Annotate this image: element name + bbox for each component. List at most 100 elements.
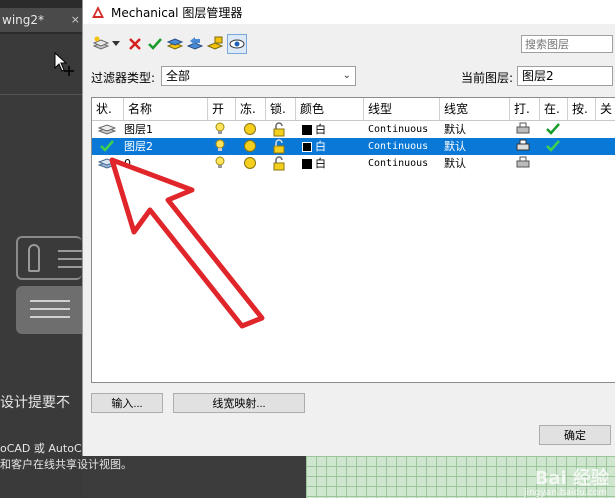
col-lock[interactable]: 锁.: [266, 98, 296, 120]
layer-states-icon: [166, 38, 184, 50]
current-layer-field[interactable]: 图层2: [517, 66, 613, 86]
layer-linetype[interactable]: Continuous: [364, 121, 440, 138]
table-row[interactable]: 图层2 白 Continuous 默认: [92, 138, 615, 155]
account-card[interactable]: [16, 236, 84, 280]
layer-color-label: 白: [315, 123, 326, 136]
document-tab[interactable]: wing2* ×: [0, 8, 82, 32]
col-status[interactable]: 状.: [92, 98, 124, 120]
card-line: [58, 250, 84, 252]
lineweight-map-button[interactable]: 线宽映射...: [173, 393, 305, 413]
card-line: [58, 258, 84, 260]
check-icon[interactable]: [546, 122, 560, 136]
new-layer-button[interactable]: [91, 34, 111, 54]
layer-color[interactable]: 白: [298, 121, 364, 138]
current-layer-label: 当前图层:: [461, 71, 514, 85]
card-line: [30, 316, 70, 318]
unlock-icon[interactable]: [272, 139, 286, 154]
layer-linetype[interactable]: Continuous: [364, 155, 440, 172]
col-linetype[interactable]: 线型: [364, 98, 440, 120]
card-line: [58, 266, 84, 268]
panel-divider: [0, 94, 82, 95]
color-swatch: [302, 159, 312, 169]
unlock-icon[interactable]: [272, 122, 286, 137]
color-swatch: [302, 125, 312, 135]
printer-icon[interactable]: [516, 139, 530, 153]
layer-name[interactable]: 图层2: [120, 138, 208, 155]
current-layer-check-icon: [100, 140, 114, 152]
ok-button[interactable]: 确定: [539, 425, 611, 445]
new-layer-icon: [92, 36, 110, 50]
sun-icon[interactable]: [243, 156, 257, 170]
color-swatch: [302, 142, 312, 152]
share-text: 和客户在线共享设计视图。: [0, 458, 132, 471]
layer-icon: [98, 158, 116, 169]
col-name[interactable]: 名称: [124, 98, 208, 120]
col-color[interactable]: 颜色: [296, 98, 364, 120]
table-row[interactable]: 0 白 Continuous 默认: [92, 155, 615, 172]
layer-lineweight[interactable]: 默认: [440, 138, 510, 155]
col-plot[interactable]: 打.: [510, 98, 540, 120]
baidu-watermark-url: jingyan.baidu.com: [523, 488, 607, 498]
filter-type-value: 全部: [166, 69, 191, 83]
document-card[interactable]: [16, 286, 82, 334]
import-button[interactable]: 输入...: [91, 393, 163, 413]
col-freeze[interactable]: 冻.: [236, 98, 266, 120]
col-lineweight[interactable]: 线宽: [440, 98, 510, 120]
dialog-title: Mechanical 图层管理器: [111, 6, 243, 20]
layer-icon: [98, 124, 116, 135]
chevron-down-icon: ⌄: [342, 70, 351, 81]
autocad-logo-icon: [92, 6, 104, 18]
delete-icon: [129, 38, 141, 50]
layer-lock-button[interactable]: [205, 34, 225, 54]
new-layer-dropdown[interactable]: [111, 34, 121, 54]
sun-icon[interactable]: [243, 122, 257, 136]
mouse-cursor-icon: [54, 52, 74, 76]
layer-manager-dialog: Mechanical 图层管理器 搜索图层 过滤器类型: 全部 ⌄ 当前图层: …: [82, 0, 615, 456]
col-viewport[interactable]: 在.: [540, 98, 568, 120]
layer-color-label: 白: [315, 157, 326, 170]
autocad-text: oCAD 或 AutoC: [0, 442, 82, 455]
design-brief-text: 设计提要不: [0, 395, 70, 411]
layer-lineweight[interactable]: 默认: [440, 121, 510, 138]
layer-color-label: 白: [315, 140, 326, 153]
unlock-icon[interactable]: [272, 156, 286, 171]
filter-type-label: 过滤器类型:: [91, 71, 156, 85]
card-line: [30, 308, 70, 310]
check-icon[interactable]: [546, 139, 560, 153]
layer-color[interactable]: 白: [298, 155, 364, 172]
sun-icon[interactable]: [243, 139, 257, 153]
table-row[interactable]: 图层1 白 Continuous 默认: [92, 121, 615, 138]
col-by[interactable]: 按.: [568, 98, 596, 120]
set-current-button[interactable]: [145, 34, 165, 54]
col-on[interactable]: 开: [208, 98, 236, 120]
document-tab-title: wing2*: [2, 13, 45, 27]
lightbulb-icon[interactable]: [214, 156, 226, 171]
layer-name[interactable]: 0: [120, 155, 208, 172]
printer-icon[interactable]: [516, 122, 530, 136]
chevron-down-icon: [112, 41, 120, 46]
col-related[interactable]: 关: [596, 98, 615, 120]
search-layer-input[interactable]: [521, 35, 613, 53]
tab-close-icon[interactable]: ×: [71, 8, 80, 32]
lightbulb-icon[interactable]: [214, 139, 226, 154]
layer-color[interactable]: 白: [298, 138, 364, 155]
lightbulb-icon[interactable]: [214, 122, 226, 137]
layer-name[interactable]: 图层1: [120, 121, 208, 138]
check-icon: [148, 38, 162, 50]
eye-icon: [229, 39, 245, 49]
layer-linetype[interactable]: Continuous: [364, 138, 440, 155]
document-tab-bar: wing2* ×: [0, 0, 82, 34]
layer-lineweight[interactable]: 默认: [440, 155, 510, 172]
dialog-titlebar[interactable]: Mechanical 图层管理器: [83, 0, 615, 24]
layer-table[interactable]: 状. 名称 开 冻. 锁. 颜色 线型 线宽 打. 在. 按. 关 图层1 白 …: [91, 97, 615, 383]
filter-type-select[interactable]: 全部 ⌄: [161, 66, 356, 86]
toggle-view-button[interactable]: [227, 34, 247, 54]
layer-previous-icon: [186, 37, 204, 50]
delete-layer-button[interactable]: [125, 34, 145, 54]
layer-previous-button[interactable]: [185, 34, 205, 54]
baidu-watermark: Bai 经验: [534, 468, 609, 489]
layer-lock-icon: [206, 36, 224, 50]
layer-state-button[interactable]: [165, 34, 185, 54]
layer-table-header: 状. 名称 开 冻. 锁. 颜色 线型 线宽 打. 在. 按. 关: [92, 98, 615, 121]
printer-icon[interactable]: [516, 156, 530, 170]
